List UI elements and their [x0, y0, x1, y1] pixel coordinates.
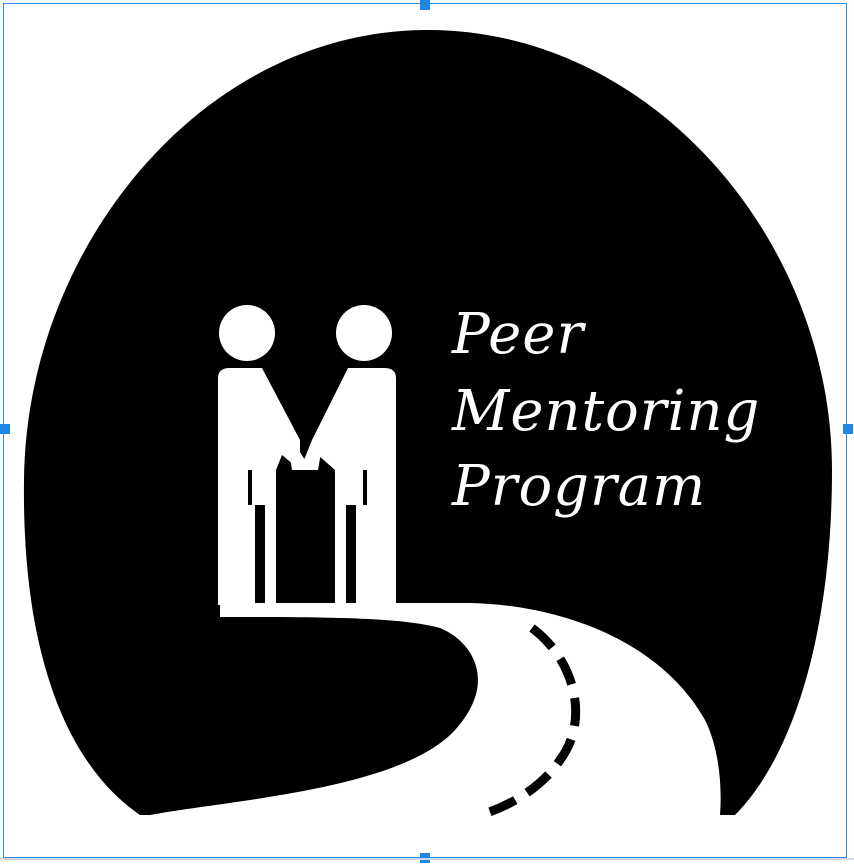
resize-handle-right[interactable] — [843, 424, 853, 434]
resize-handle-top[interactable] — [420, 0, 430, 10]
canvas: Peer Mentoring Program — [0, 0, 854, 866]
resize-handle-left[interactable] — [0, 424, 10, 434]
image-selection-frame[interactable] — [3, 3, 847, 858]
page-divider — [0, 858, 854, 860]
